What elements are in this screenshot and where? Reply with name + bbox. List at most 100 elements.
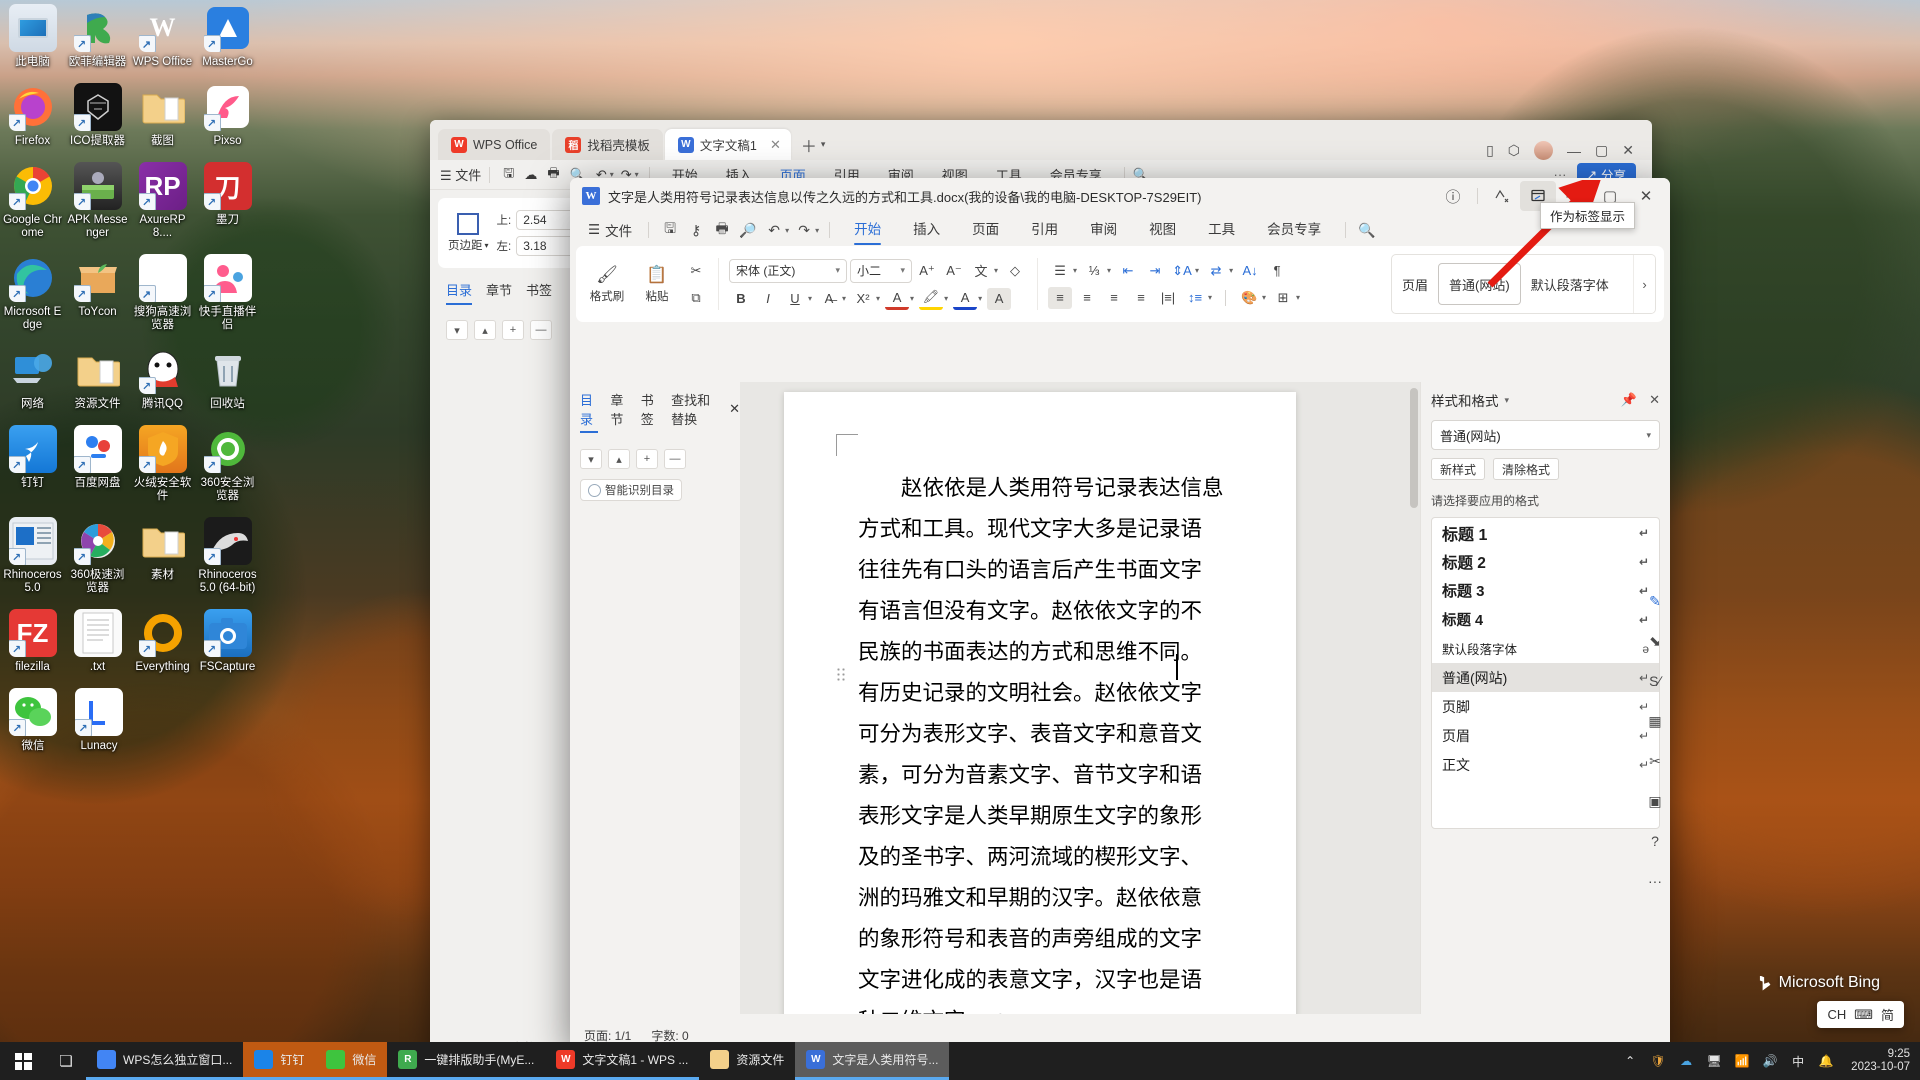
decrease-font-size-icon[interactable]: A⁻ <box>942 260 966 282</box>
desktop-icon-19[interactable]: ↗ 腾讯QQ <box>131 346 194 411</box>
tab-wps-office[interactable]: W WPS Office <box>438 129 551 160</box>
desktop-icon-4[interactable]: ↗ MasterGo <box>196 4 259 69</box>
nav-remove-button[interactable]: — <box>530 320 552 340</box>
ribbon-tab-member[interactable]: 会员专享 <box>1251 215 1337 245</box>
file-menu-button[interactable]: ☰ 文件 <box>440 165 481 184</box>
taskbar-item-2[interactable]: 钉钉 <box>243 1042 316 1080</box>
chevron-down-icon[interactable]: ▾ <box>910 294 914 303</box>
chevron-up-icon[interactable]: ⌃ <box>1621 1052 1639 1070</box>
taskbar-item-1[interactable]: WPS怎么独立窗口... <box>86 1042 244 1080</box>
taskbar-item-7[interactable]: W 文字是人类用符号... <box>795 1042 950 1080</box>
chevron-down-icon[interactable]: ▾ <box>785 226 789 235</box>
clock[interactable]: 9:25 2023-10-07 <box>1845 1048 1910 1074</box>
desktop-icon-16[interactable]: ↗ 快手直播伴侣 <box>196 254 259 332</box>
help-icon[interactable]: ? <box>1643 830 1667 852</box>
line-spacing-icon[interactable]: ↕≡ <box>1183 287 1207 309</box>
desktop-icon-3[interactable]: W ↗ WPS Office <box>131 4 194 69</box>
chevron-down-icon[interactable]: ▾ <box>994 266 998 275</box>
new-tab-button[interactable]: ＋ ▾ <box>793 129 834 160</box>
align-left-icon[interactable]: ≡ <box>1048 286 1073 309</box>
save-icon[interactable]: 🖫 <box>498 164 519 186</box>
desktop-icon-23[interactable]: ↗ 火绒安全软件 <box>131 425 194 503</box>
close-icon[interactable]: ✕ <box>1622 142 1634 159</box>
bg-nav-tab-toc[interactable]: 目录 <box>446 280 473 305</box>
pin-icon[interactable]: 📌 <box>1621 392 1637 408</box>
desktop-icon-6[interactable]: ↗ ICO提取器 <box>66 83 129 148</box>
desktop-icon-11[interactable]: RP ↗ AxureRP8.... <box>131 162 194 240</box>
chevron-down-icon[interactable]: ▾ <box>1208 293 1212 302</box>
desktop-icon-7[interactable]: 截图 <box>131 83 194 148</box>
avatar[interactable] <box>1534 141 1554 160</box>
file-menu-button[interactable]: ☰ 文件 <box>580 220 640 240</box>
nav-down-button[interactable]: ▾ <box>446 320 468 340</box>
font-color-icon[interactable]: A <box>953 288 978 310</box>
chevron-down-icon[interactable]: ▾ <box>1229 266 1233 275</box>
chevron-down-icon[interactable]: ▾ <box>1107 266 1111 275</box>
chevron-down-icon[interactable]: ▾ <box>944 294 948 303</box>
bold-icon[interactable]: B <box>729 288 753 310</box>
paste-button[interactable]: 📋 粘贴 <box>634 264 680 304</box>
desktop-icon-17[interactable]: 网络 <box>1 346 64 411</box>
document-page[interactable]: 赵依依是人类用符号记录表达信息 方式和工具。现代文字大多是记录语 往往先有口头的语言… <box>784 392 1296 1014</box>
grid-icon[interactable]: ▦ <box>1643 710 1667 732</box>
chevron-down-icon[interactable]: ▾ <box>1195 266 1199 275</box>
style-item-1[interactable]: 标题 1 ↵ <box>1432 518 1659 547</box>
style-item-6[interactable]: 普通(网站) ↵ <box>1432 663 1659 692</box>
chevron-down-icon[interactable]: ▾ <box>978 294 982 303</box>
desktop-icon-8[interactable]: ↗ Pixso <box>196 83 259 148</box>
character-border-icon[interactable]: A <box>885 288 910 310</box>
chevron-down-icon[interactable]: ▾ <box>876 294 880 303</box>
shield-icon[interactable]: 🛡 <box>1649 1052 1667 1070</box>
chevron-down-icon[interactable]: ▾ <box>842 294 846 303</box>
bg-nav-tab-bookmark[interactable]: 书签 <box>526 280 552 305</box>
maximize-icon[interactable]: ▢ <box>1595 142 1608 159</box>
borders-icon[interactable]: ⊞ <box>1271 287 1295 309</box>
paragraph-drag-handle-icon[interactable] <box>836 667 846 681</box>
nav-add-button[interactable]: + <box>502 320 524 340</box>
underline-icon[interactable]: U <box>783 288 807 310</box>
desktop-icon-10[interactable]: ↗ APK Messenger <box>66 162 129 240</box>
chevron-down-icon[interactable]: ▾ <box>485 241 489 250</box>
style-item-9[interactable]: 正文 ↵ <box>1432 750 1659 779</box>
cube-icon[interactable]: ⬡ <box>1508 142 1520 159</box>
monitor-icon[interactable]: 🖥 <box>1705 1052 1723 1070</box>
info-icon[interactable]: ⓘ <box>1435 181 1471 211</box>
distribute-icon[interactable]: |≡| <box>1156 287 1180 309</box>
desktop-icon-18[interactable]: 资源文件 <box>66 346 129 411</box>
nav-down-button[interactable]: ▾ <box>580 449 602 469</box>
desktop-icon-9[interactable]: ↗ Google Chrome <box>1 162 64 240</box>
desktop-icon-12[interactable]: 刀 ↗ 墨刀 <box>196 162 259 240</box>
keyboard-icon[interactable]: ⌨ <box>1854 1007 1873 1023</box>
desktop-icon-33[interactable]: ↗ 微信 <box>1 688 65 753</box>
chevron-down-icon[interactable]: ▾ <box>821 139 826 150</box>
nav-tab-find-replace[interactable]: 查找和替换 <box>671 390 717 433</box>
select-icon[interactable]: ⬊ <box>1643 630 1667 652</box>
nav-add-button[interactable]: + <box>636 449 658 469</box>
show-marks-icon[interactable]: ¶ <box>1265 260 1289 282</box>
desktop-icon-34[interactable]: ↗ Lunacy <box>67 688 131 753</box>
ribbon-tab-start[interactable]: 开始 <box>838 215 897 245</box>
align-center-icon[interactable]: ≡ <box>1075 287 1099 309</box>
tab-daoke-template[interactable]: 稻 找稻壳模板 <box>552 129 663 160</box>
ribbon-tab-page[interactable]: 页面 <box>956 215 1015 245</box>
print-icon[interactable]: 🖶 <box>709 219 735 241</box>
desktop-icon-27[interactable]: 素材 <box>131 517 194 595</box>
desktop-icon-15[interactable]: S ↗ 搜狗高速浏览器 <box>131 254 194 332</box>
document-scroll-area[interactable]: 赵依依是人类用符号记录表达信息 方式和工具。现代文字大多是记录语 往往先有口头的语言… <box>740 382 1420 1014</box>
strikethrough-icon[interactable]: A̶ <box>817 288 841 310</box>
style-item-5[interactable]: 默认段落字体 ə <box>1432 634 1659 663</box>
cloud-save-icon[interactable]: ☁ <box>519 167 542 183</box>
print-icon[interactable]: 🖶 <box>542 164 564 186</box>
redo-icon[interactable]: ↷ <box>791 219 817 241</box>
style-gallery-item-header[interactable]: 页眉 <box>1392 261 1438 307</box>
ime-indicator[interactable]: 中 <box>1789 1052 1807 1070</box>
sort-icon[interactable]: A↓ <box>1238 260 1262 282</box>
text-direction-icon[interactable]: ⇕A <box>1170 260 1194 282</box>
scrollbar-thumb[interactable] <box>1410 388 1418 508</box>
decrease-indent-icon[interactable]: ⇤ <box>1116 260 1140 282</box>
print-preview-icon[interactable]: 🔎 <box>735 219 761 241</box>
desktop-icon-29[interactable]: FZ ↗ filezilla <box>1 609 64 674</box>
style-gallery-next-icon[interactable]: › <box>1633 255 1655 313</box>
more-icon[interactable]: ··· <box>1643 870 1667 892</box>
desktop-icon-30[interactable]: .txt <box>66 609 129 674</box>
